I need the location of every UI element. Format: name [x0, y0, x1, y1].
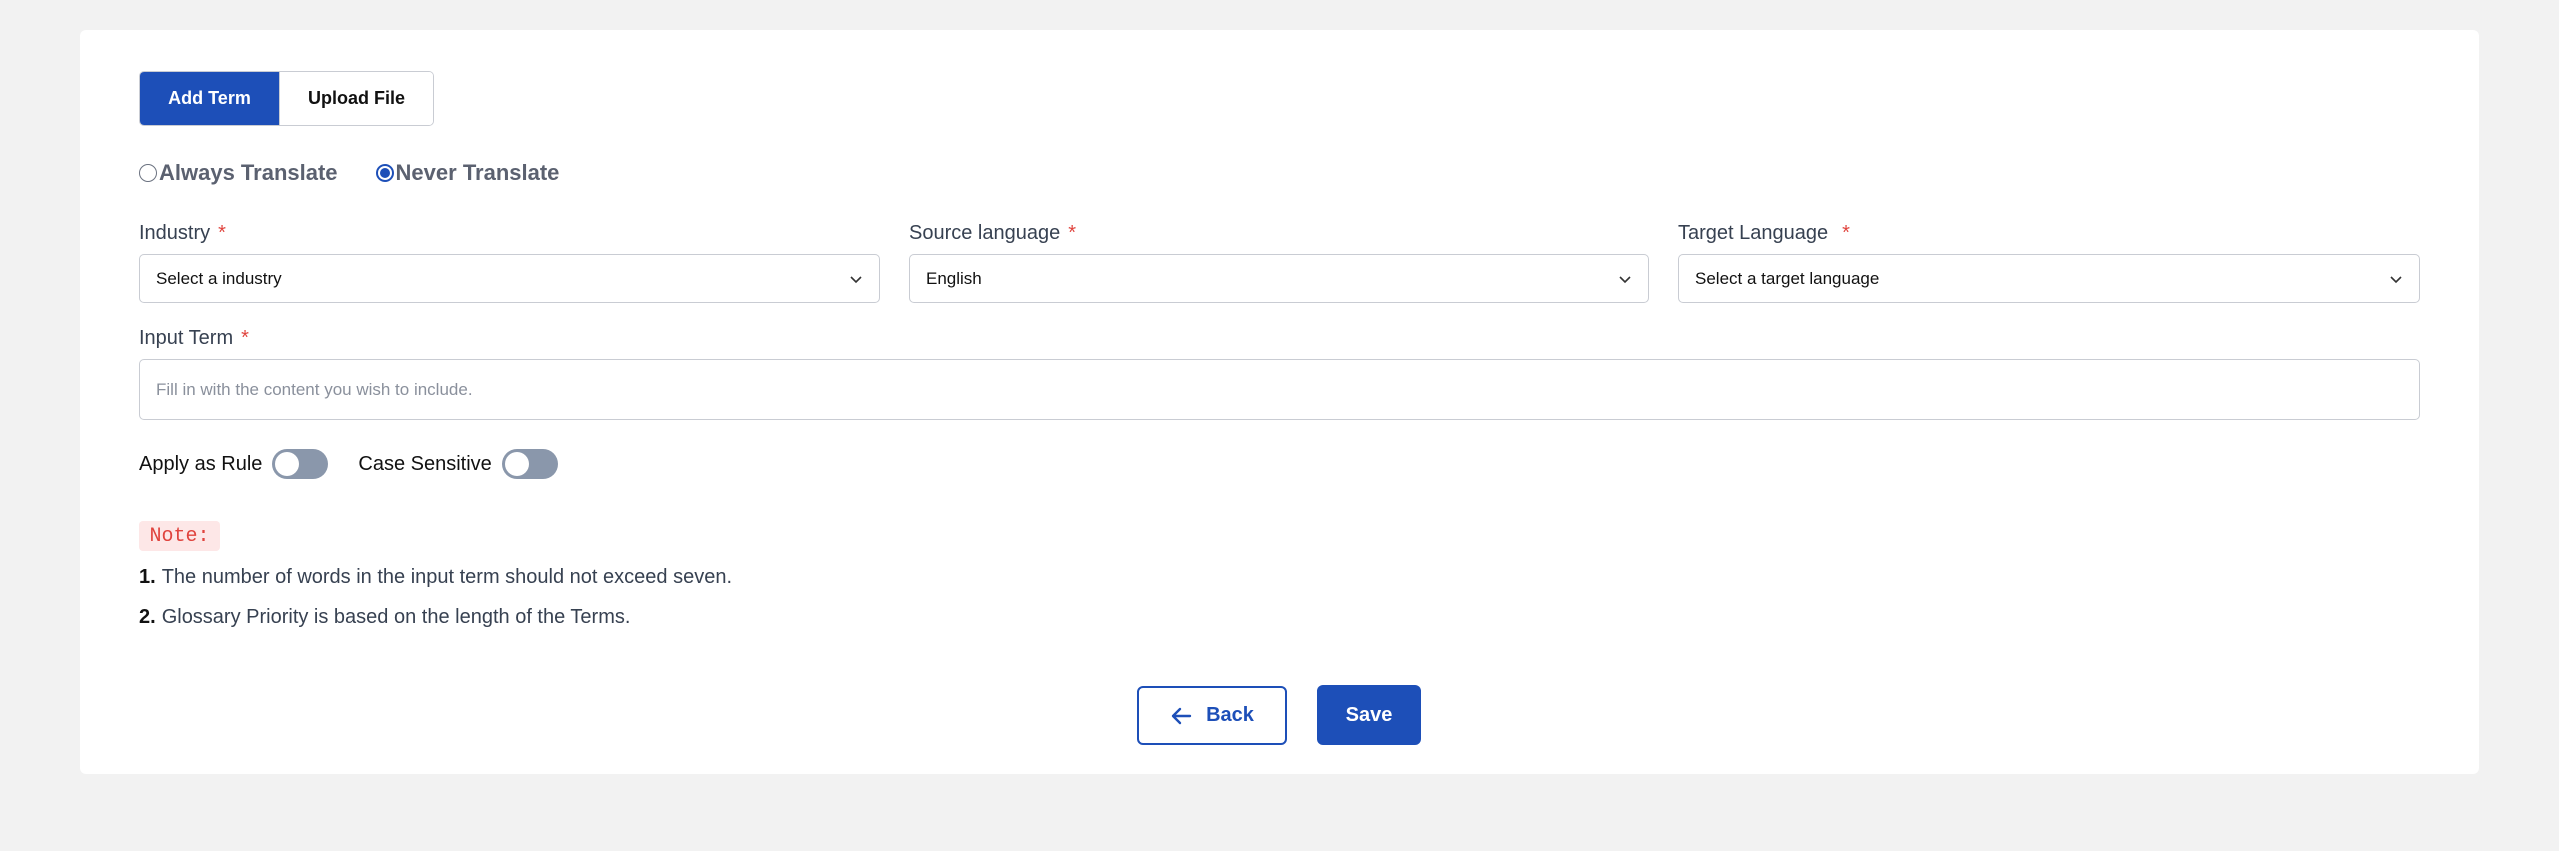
- radio-never-translate[interactable]: Never Translate: [375, 160, 560, 186]
- chevron-down-icon: [2390, 275, 2402, 283]
- apply-as-rule-label: Apply as Rule: [139, 452, 263, 475]
- translate-mode-radios: Always Translate Never Translate: [139, 160, 597, 186]
- source-language-value: English: [926, 268, 982, 288]
- industry-select-value: Select a industry: [156, 268, 282, 288]
- tab-add-term[interactable]: Add Term: [140, 72, 279, 125]
- required-marker: *: [1068, 222, 1077, 244]
- apply-as-rule-toggle[interactable]: [272, 449, 329, 479]
- toggle-knob: [275, 452, 300, 476]
- target-language-value: Select a target language: [1695, 268, 1880, 288]
- arrow-left-icon: [1171, 707, 1192, 724]
- save-button-label: Save: [1345, 703, 1393, 726]
- note-item: 2. Glossary Priority is based on the leng…: [139, 606, 631, 628]
- source-language-label: Source language *: [909, 222, 1077, 244]
- back-button-label: Back: [1206, 704, 1254, 726]
- case-sensitive-label: Case Sensitive: [358, 452, 492, 475]
- industry-label: Industry *: [139, 222, 226, 244]
- case-sensitive-toggle[interactable]: [501, 449, 558, 479]
- required-marker: *: [241, 327, 249, 349]
- radio-label-never: Never Translate: [395, 160, 560, 185]
- target-language-select[interactable]: Select a target language: [1678, 254, 2420, 303]
- industry-select[interactable]: Select a industry: [139, 254, 880, 303]
- chevron-down-icon: [850, 275, 862, 283]
- note-item: 1. The number of words in the input term …: [139, 566, 733, 588]
- radio-label-always: Always Translate: [159, 160, 338, 185]
- note-badge: Note:: [139, 521, 220, 551]
- radio-unchecked-icon: [139, 164, 157, 182]
- required-marker: *: [218, 222, 226, 244]
- radio-checked-icon: [375, 164, 394, 182]
- source-language-select[interactable]: English: [909, 254, 1649, 303]
- toggle-knob: [504, 452, 529, 476]
- target-language-label: Target Language *: [1678, 222, 1850, 244]
- mode-tabs: Add Term Upload File: [139, 71, 434, 126]
- radio-always-translate[interactable]: Always Translate: [139, 160, 338, 186]
- save-button[interactable]: Save: [1317, 685, 1421, 745]
- tab-upload-file[interactable]: Upload File: [279, 72, 433, 125]
- chevron-down-icon: [1619, 275, 1631, 283]
- input-term-placeholder: Fill in with the content you wish to inc…: [156, 379, 473, 399]
- input-term-label: Input Term *: [139, 327, 249, 349]
- back-button[interactable]: Back: [1137, 686, 1287, 745]
- required-marker: *: [1842, 222, 1850, 244]
- input-term-field[interactable]: Fill in with the content you wish to inc…: [139, 359, 2420, 420]
- toggle-row: Apply as Rule Case Sensitive: [139, 449, 558, 479]
